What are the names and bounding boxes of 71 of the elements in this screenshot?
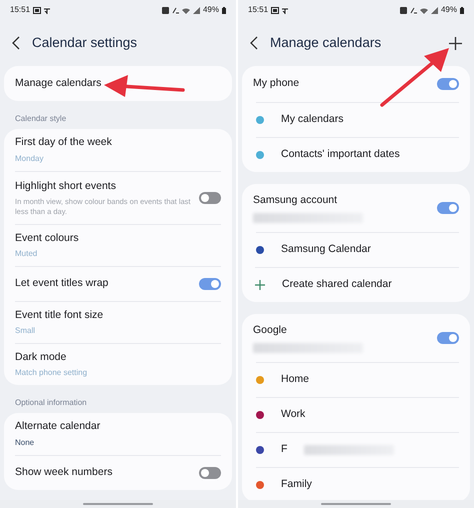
list-row[interactable]: Dark mode Match phone setting bbox=[4, 343, 232, 385]
calendar-name: Contacts' important dates bbox=[281, 147, 400, 162]
back-icon[interactable] bbox=[12, 36, 20, 50]
status-time: 15:51 bbox=[248, 4, 268, 16]
list-row[interactable]: My calendars bbox=[242, 102, 470, 137]
battery-percentage: 49% bbox=[440, 4, 457, 16]
setting-title: Event title font size bbox=[15, 308, 104, 323]
list-row[interactable]: Samsung account bbox=[242, 184, 470, 232]
setting-title: Dark mode bbox=[15, 350, 66, 365]
calendar-name: Home bbox=[281, 372, 310, 388]
toggle-switch[interactable] bbox=[199, 192, 221, 204]
signal-icon bbox=[430, 6, 438, 14]
list-row[interactable]: F bbox=[242, 432, 470, 467]
list-row[interactable]: Contacts' important dates bbox=[242, 137, 470, 172]
account-name: My phone bbox=[253, 76, 300, 92]
wifi-icon bbox=[182, 6, 190, 14]
gallery-icon bbox=[271, 6, 280, 14]
section-label: Optional information bbox=[14, 397, 88, 409]
list-row[interactable]: First day of the week Monday bbox=[4, 129, 232, 171]
section-label: Calendar style bbox=[14, 113, 68, 125]
setting-title: Manage calendars bbox=[15, 76, 102, 91]
list-row[interactable]: Create shared calendar bbox=[242, 267, 470, 302]
calendar-name: My calendars bbox=[281, 112, 344, 128]
setting-value: Small bbox=[15, 325, 36, 338]
list-row[interactable]: Show week numbers bbox=[4, 455, 232, 490]
gallery-icon bbox=[33, 6, 42, 14]
wifi-icon bbox=[420, 6, 428, 14]
setting-title: Let event titles wrap bbox=[15, 276, 108, 292]
list-row[interactable]: Samsung Calendar bbox=[242, 232, 470, 267]
alarm-icon bbox=[400, 6, 407, 14]
battery-icon bbox=[222, 6, 226, 14]
setting-value: Muted bbox=[15, 248, 38, 260]
setting-value: Match phone setting bbox=[15, 367, 88, 380]
signal-icon bbox=[192, 6, 200, 14]
battery-icon bbox=[460, 6, 464, 14]
setting-title: Event colours bbox=[15, 230, 79, 246]
setting-title: First day of the week bbox=[15, 135, 112, 150]
screen-title: Manage calendars bbox=[270, 34, 382, 52]
status-time: 15:51 bbox=[10, 4, 30, 16]
action-label: Create shared calendar bbox=[282, 277, 392, 292]
setting-value: None bbox=[15, 436, 36, 449]
list-row[interactable]: Home bbox=[242, 362, 470, 397]
alarm-icon bbox=[162, 6, 169, 14]
toggle-switch[interactable] bbox=[199, 278, 221, 290]
list-row[interactable]: Let event titles wrap bbox=[4, 266, 232, 301]
list-row[interactable]: Google bbox=[242, 314, 470, 362]
back-icon[interactable] bbox=[250, 36, 258, 50]
toggle-switch[interactable] bbox=[437, 332, 459, 344]
battery-percentage: 49% bbox=[202, 4, 219, 16]
calendar-name: Work bbox=[281, 407, 306, 422]
calendar-name: Samsung Calendar bbox=[281, 242, 371, 258]
list-row[interactable]: Event title font size Small bbox=[4, 301, 232, 343]
setting-title: Highlight short events bbox=[15, 179, 116, 194]
setting-title: Alternate calendar bbox=[15, 419, 100, 434]
list-row[interactable]: My phone bbox=[242, 66, 470, 102]
plus-icon bbox=[255, 280, 265, 290]
list-row[interactable]: Work bbox=[242, 397, 470, 432]
calendar-name: F bbox=[281, 442, 288, 458]
setting-title: Show week numbers bbox=[15, 465, 112, 480]
setting-value: Monday bbox=[15, 152, 44, 165]
toggle-switch[interactable] bbox=[437, 78, 459, 90]
list-row[interactable]: Event colours Muted bbox=[4, 224, 232, 266]
calendar-name: Family bbox=[281, 477, 312, 492]
list-row[interactable]: Manage calendars bbox=[4, 66, 232, 101]
screen-title: Calendar settings bbox=[32, 34, 138, 52]
list-row[interactable]: Alternate calendar None bbox=[4, 413, 232, 455]
account-name: Samsung account bbox=[253, 193, 338, 208]
toggle-switch[interactable] bbox=[437, 202, 459, 214]
account-name: Google bbox=[253, 323, 287, 338]
add-icon[interactable] bbox=[449, 36, 462, 50]
toggle-switch[interactable] bbox=[199, 467, 221, 479]
